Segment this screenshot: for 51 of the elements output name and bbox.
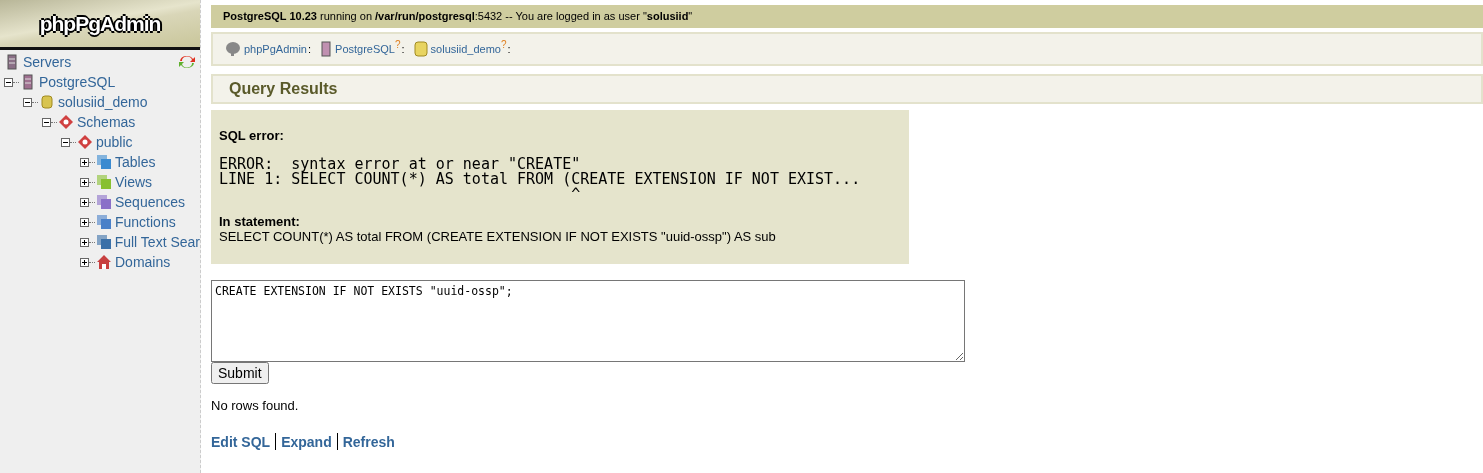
- schema-icon: [77, 134, 93, 150]
- action-link[interactable]: Edit SQL: [211, 433, 271, 450]
- tree-toggle[interactable]: [42, 117, 51, 127]
- tree-item[interactable]: Functions: [115, 214, 176, 230]
- sql-input-field[interactable]: CREATE EXTENSION IF NOT EXISTS "uuid-ossp";: [211, 280, 965, 362]
- tree-item[interactable]: public: [96, 134, 133, 150]
- tree-toggle[interactable]: [23, 97, 32, 107]
- tree-toggle[interactable]: [80, 197, 89, 207]
- breadcrumb-separator: :: [308, 43, 312, 55]
- error-line: LINE 1: SELECT COUNT(*) AS total FROM (CREATE EXTENSION IF NOT EXIST...: [219, 172, 862, 187]
- page-title: Query Results: [211, 74, 1483, 104]
- submit-button[interactable]: Submit: [211, 362, 269, 384]
- logo-text: phpPgAdmin: [39, 11, 161, 36]
- statement-text: SELECT COUNT(*) AS total FROM (CREATE EXTENSION IF NOT EXISTS "uuid-ossp") AS sub: [219, 229, 777, 244]
- database-icon: [39, 94, 55, 110]
- tree-item[interactable]: Domains: [115, 254, 171, 270]
- tree-item[interactable]: Sequences: [115, 194, 186, 210]
- tree-toggle[interactable]: [80, 237, 89, 247]
- tree-item[interactable]: PostgreSQL: [39, 74, 116, 90]
- domains-icon: [96, 254, 112, 270]
- tree-toggle[interactable]: [80, 177, 89, 187]
- server-icon: [20, 74, 36, 90]
- error-line: ERROR: syntax error at or near "CREATE": [219, 157, 581, 172]
- action-link[interactable]: Expand: [281, 433, 332, 450]
- statement-heading: In statement:: [219, 214, 301, 229]
- tree-item[interactable]: solusiid_demo: [58, 94, 148, 110]
- server-icon: [320, 41, 333, 57]
- tree-toggle[interactable]: [80, 157, 89, 167]
- breadcrumb-separator: :: [507, 43, 511, 55]
- error-heading: SQL error:: [219, 128, 285, 143]
- breadcrumb-separator: :: [401, 43, 405, 55]
- servers-icon: [4, 54, 20, 70]
- breadcrumb-link[interactable]: phpPgAdmin: [244, 43, 307, 55]
- tree-item[interactable]: Full Text Sear: [114, 234, 200, 250]
- tree-toggle[interactable]: [61, 137, 70, 147]
- tree-toggle[interactable]: [80, 257, 89, 267]
- result-message: No rows found.: [211, 398, 299, 413]
- breadcrumb-link[interactable]: solusiid_demo: [430, 43, 501, 55]
- status-bar: PostgreSQL 10.23 running on /var/run/postgresql:5432 -- You are logged in as user "solusiid": [211, 5, 1483, 28]
- refresh-icon[interactable]: [178, 54, 196, 70]
- tree-toggle[interactable]: [4, 77, 13, 87]
- database-icon: [413, 41, 428, 57]
- action-link[interactable]: Refresh: [342, 433, 395, 450]
- tree-toggle[interactable]: [80, 217, 89, 227]
- tree-item[interactable]: Views: [115, 174, 153, 190]
- breadcrumb-link[interactable]: PostgreSQL: [335, 43, 395, 55]
- tree-item[interactable]: Servers: [23, 54, 72, 70]
- schemas-icon: [58, 114, 74, 130]
- tree-item[interactable]: Schemas: [77, 114, 136, 130]
- error-line: ^: [571, 187, 581, 202]
- tree-item[interactable]: Tables: [115, 154, 156, 170]
